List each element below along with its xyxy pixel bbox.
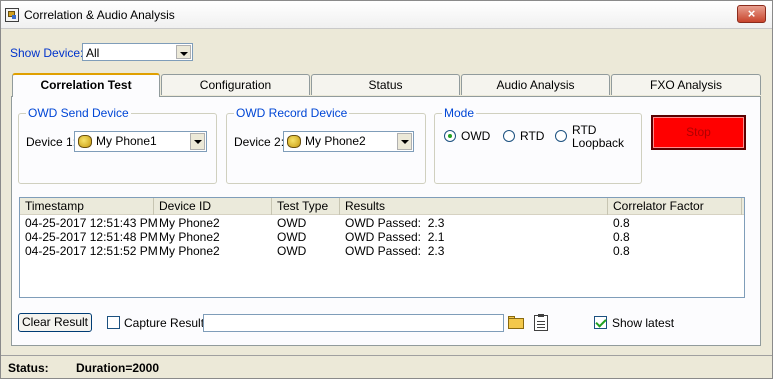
device-2-select[interactable]: My Phone2 [283,131,414,152]
cell-timestamp: 04-25-2017 12:51:52 PM [25,244,158,258]
owd-send-device-title: OWD Send Device [26,106,131,120]
cell-timestamp: 04-25-2017 12:51:48 PM [25,230,158,244]
folder-open-icon[interactable] [506,313,526,332]
table-row[interactable]: 04-25-2017 12:51:43 PM My Phone2 OWD OWD… [20,216,744,230]
column-header-results[interactable]: Results [340,198,608,215]
radio-rtd[interactable] [503,130,515,142]
app-icon[interactable] [5,8,19,22]
cell-test-type: OWD [277,216,307,230]
tab-correlation-test[interactable]: Correlation Test [12,73,160,97]
mode-title: Mode [442,106,477,120]
main-window: Correlation & Audio Analysis × Show Devi… [0,0,773,379]
status-label: Status: [8,361,49,375]
capture-result-checkbox[interactable] [107,316,120,329]
close-button[interactable]: × [737,5,766,23]
cell-results: OWD Passed: 2.3 [345,216,445,230]
capture-result-label[interactable]: Capture Result [124,316,204,330]
results-table-header: Timestamp Device ID Test Type Results Co… [20,198,744,215]
cell-correlator-factor: 0.8 [613,230,630,244]
cell-correlator-factor: 0.8 [613,216,630,230]
radio-rtd-label[interactable]: RTD [520,130,544,143]
device-2-value: My Phone2 [305,134,366,148]
device-2-label: Device 2: [234,135,285,149]
radio-rtd-loopback-label[interactable]: RTD Loopback [572,124,624,150]
phone-icon [287,135,301,148]
column-header-correlator-factor[interactable]: Correlator Factor [608,198,742,215]
cell-device-id: My Phone2 [159,244,220,258]
device-1-value: My Phone1 [96,134,157,148]
column-header-timestamp[interactable]: Timestamp [20,198,154,215]
mode-group: Mode OWD RTD RTD Loopback [434,106,642,184]
radio-owd-label[interactable]: OWD [461,130,490,143]
table-row[interactable]: 04-25-2017 12:51:52 PM My Phone2 OWD OWD… [20,244,744,258]
device-1-select[interactable]: My Phone1 [74,131,207,152]
tab-fxo-analysis[interactable]: FXO Analysis [611,74,761,95]
cell-device-id: My Phone2 [159,216,220,230]
chevron-down-icon[interactable] [397,133,412,150]
cell-correlator-factor: 0.8 [613,244,630,258]
cell-timestamp: 04-25-2017 12:51:43 PM [25,216,158,230]
tab-audio-analysis[interactable]: Audio Analysis [461,74,610,95]
cell-test-type: OWD [277,244,307,258]
show-device-label: Show Device: [10,46,84,60]
status-bar: Status: Duration=2000 [1,355,772,378]
tab-status[interactable]: Status [311,74,460,95]
column-header-device-id[interactable]: Device ID [154,198,272,215]
device-1-label: Device 1: [26,135,77,149]
tab-configuration[interactable]: Configuration [161,74,310,95]
show-device-select[interactable]: All [82,43,193,61]
show-device-value: All [86,46,100,60]
results-table[interactable]: Timestamp Device ID Test Type Results Co… [19,197,745,298]
status-value: Duration=2000 [76,361,160,375]
window-title: Correlation & Audio Analysis [24,8,175,22]
cell-results: OWD Passed: 2.1 [345,230,445,244]
owd-record-device-title: OWD Record Device [234,106,350,120]
owd-record-device-group: OWD Record Device Device 2: My Phone2 [226,106,426,184]
cell-results: OWD Passed: 2.3 [345,244,445,258]
table-row[interactable]: 04-25-2017 12:51:48 PM My Phone2 OWD OWD… [20,230,744,244]
show-latest-label[interactable]: Show latest [612,316,674,330]
owd-send-device-group: OWD Send Device Device 1: My Phone1 [18,106,217,184]
capture-path-input[interactable] [203,314,504,332]
chevron-down-icon[interactable] [176,45,191,59]
show-latest-checkbox[interactable] [594,316,607,329]
cell-test-type: OWD [277,230,307,244]
radio-owd[interactable] [444,130,456,142]
clear-result-button[interactable]: Clear Result [18,313,92,332]
column-header-test-type[interactable]: Test Type [272,198,340,215]
cell-device-id: My Phone2 [159,230,220,244]
clipboard-icon[interactable] [531,313,551,332]
phone-icon [78,135,92,148]
chevron-down-icon[interactable] [190,133,205,150]
radio-rtd-loopback[interactable] [555,130,567,142]
title-bar[interactable]: Correlation & Audio Analysis × [1,1,772,29]
stop-button[interactable]: Stop [651,115,746,150]
